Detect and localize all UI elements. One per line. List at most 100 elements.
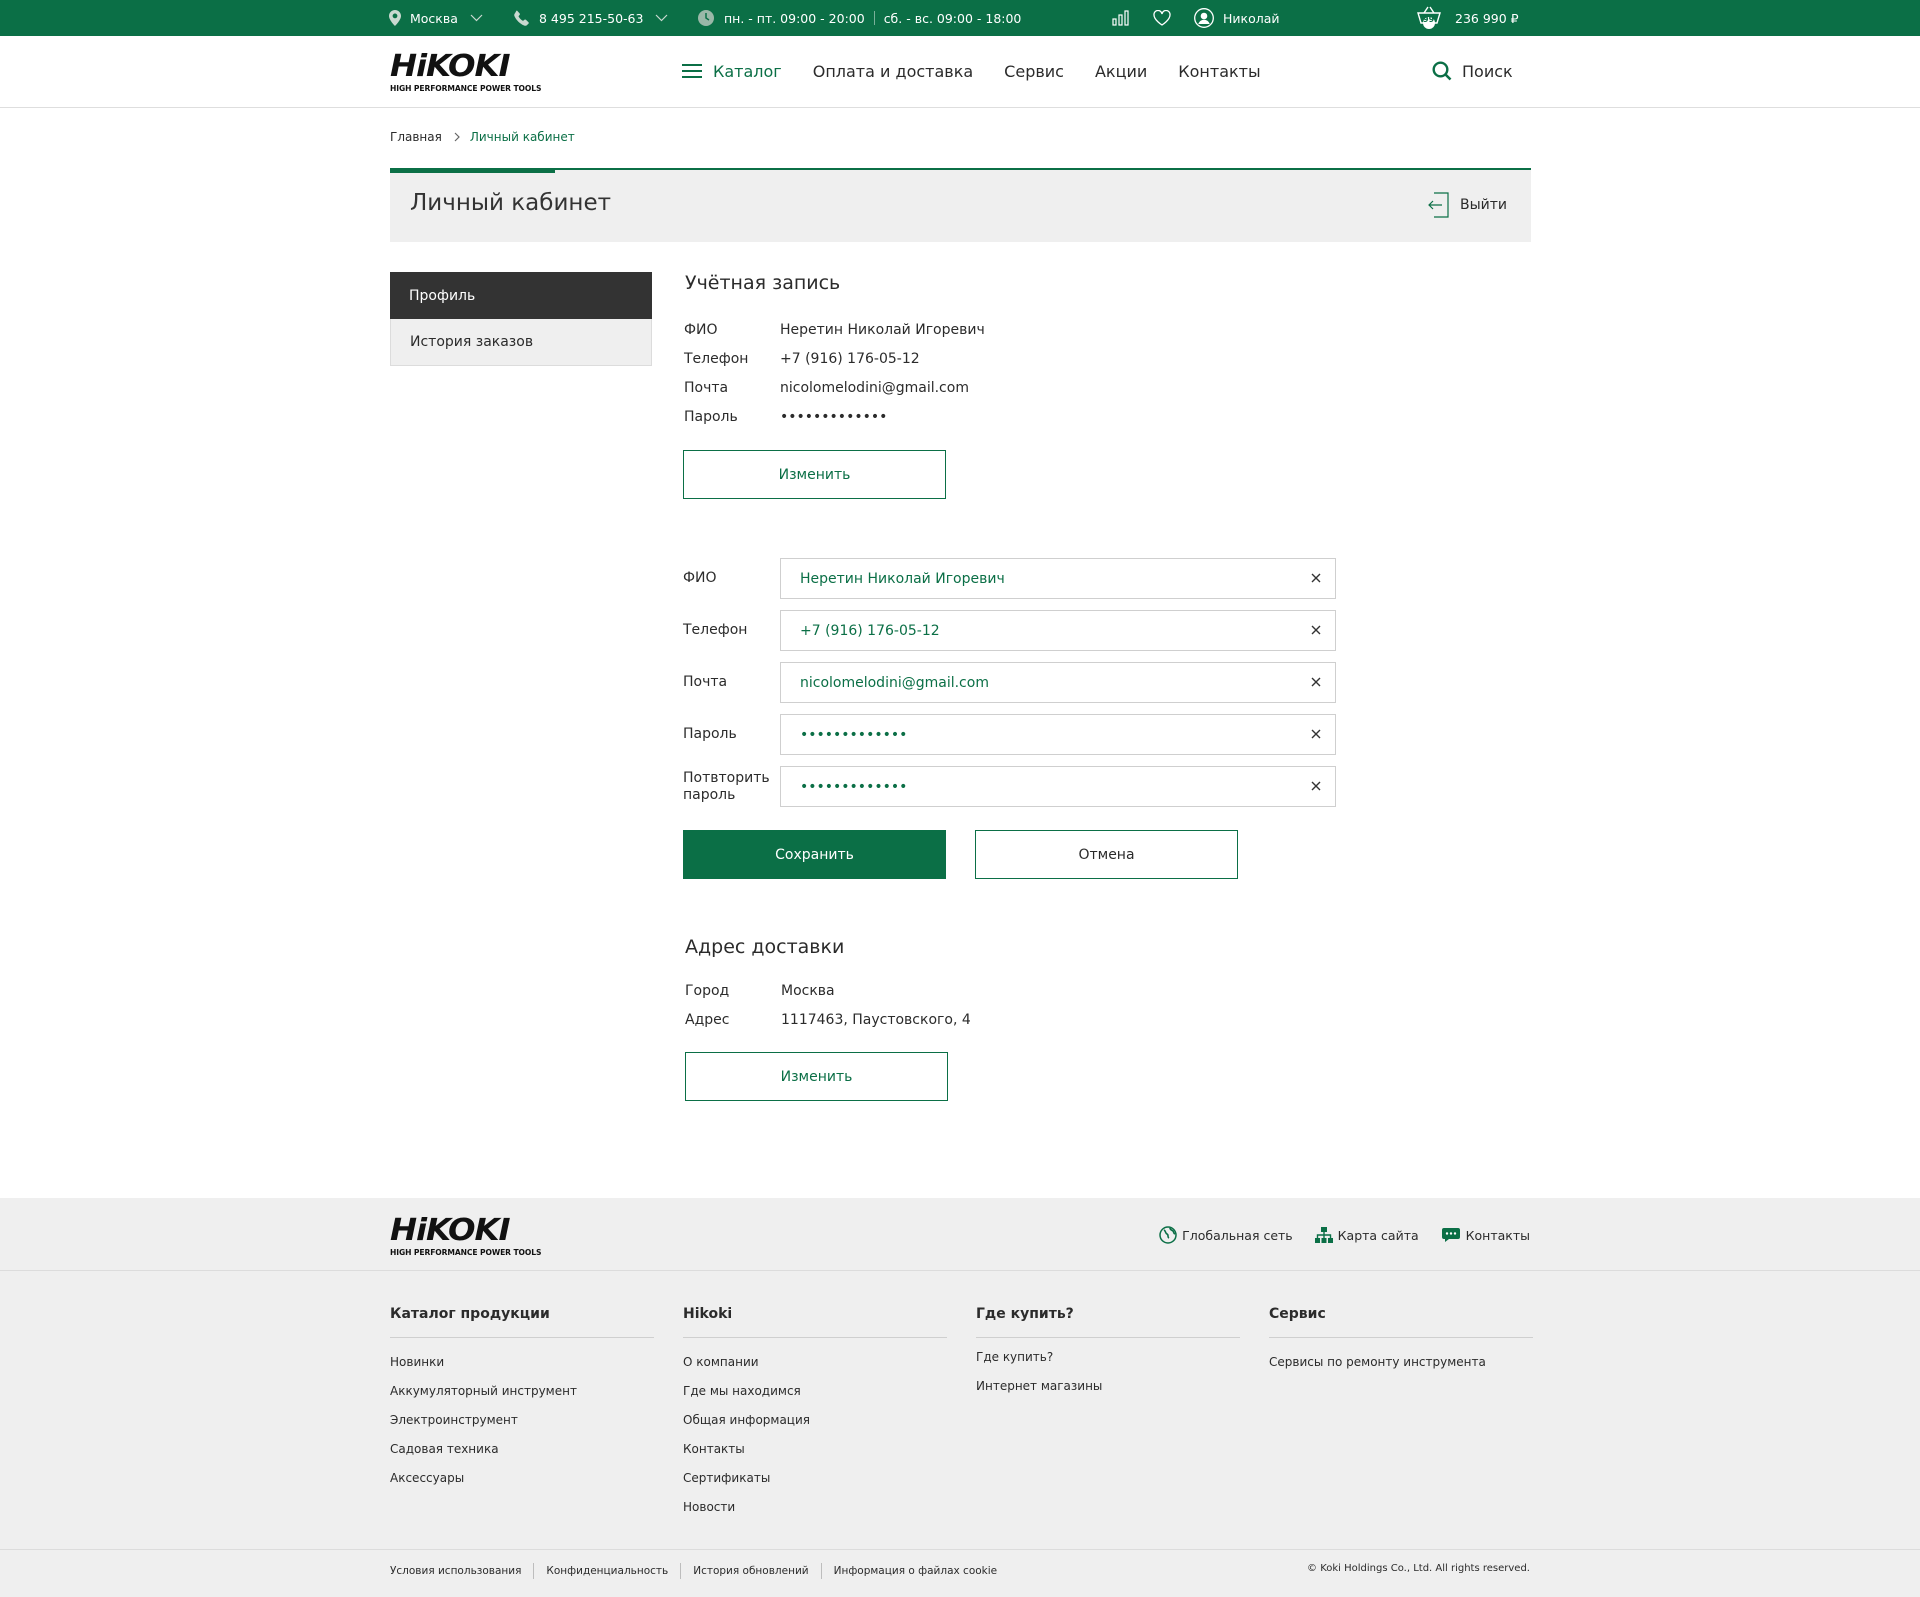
footer-link[interactable]: Где купить? [976,1342,1240,1371]
divider [0,1270,1920,1271]
account-row: Почта nicolomelodini@gmail.com [684,373,985,402]
footer-column-where-to-buy: Где купить? Где купить? Интернет магазин… [976,1306,1240,1400]
footer-link-label: Карта сайта [1337,1227,1419,1243]
footer-column-title: Где купить? [976,1306,1240,1338]
edit-account-button[interactable]: Изменить [683,450,946,499]
footer-link[interactable]: Новости [683,1492,947,1521]
breadcrumb-home[interactable]: Главная [390,130,442,144]
sidebar-item-profile[interactable]: Профиль [390,272,652,319]
legal-link-cookies[interactable]: Информация о файлах cookie [834,1565,998,1577]
footer-link[interactable]: Где мы находимся [683,1376,947,1405]
clear-icon[interactable] [1310,572,1322,584]
account-label: ФИО [684,321,718,338]
user-menu[interactable]: Николай [1194,0,1280,36]
legal-link-privacy[interactable]: Конфиденциальность [546,1565,668,1577]
legal-link-terms[interactable]: Условия использования [390,1565,521,1577]
sidebar-item-order-history[interactable]: История заказов [390,319,652,366]
compare-button[interactable] [1112,0,1130,36]
phone-number: 8 495 215-50-63 [539,10,644,26]
account-label: Телефон [684,350,749,367]
clear-icon[interactable] [1310,624,1322,636]
email-field-value: nicolomelodini@gmail.com [800,674,989,691]
chevron-right-icon [454,132,460,142]
hours-weekend: сб. - вс. 09:00 - 18:00 [883,10,1022,26]
name-field-value: Неретин Николай Игоревич [800,570,1005,587]
footer-column-hikoki: Hikoki О компании Где мы находимся Общая… [683,1306,947,1521]
save-button[interactable]: Сохранить [683,830,946,879]
top-bar: Москва 8 495 215-50-63 пн. - пт. 09:00 -… [0,0,1920,36]
footer-link[interactable]: Контакты [683,1434,947,1463]
clock-icon [697,9,715,27]
delivery-value: 1117463, Паустовского, 4 [781,1011,971,1028]
password-field[interactable]: ••••••••••••• [780,714,1336,755]
globe-icon [1159,1226,1182,1244]
footer-link[interactable]: Интернет магазины [976,1371,1240,1400]
footer-logo[interactable]: HiKOKI HIGH PERFORMANCE POWER TOOLS [390,1216,541,1258]
profile-sidebar: Профиль История заказов [390,272,652,366]
nav-promotions[interactable]: Акции [1095,62,1147,81]
repeat-password-field[interactable]: ••••••••••••• [780,766,1336,807]
cart-button[interactable]: 99 236 990 ₽ [1415,0,1519,36]
clear-icon[interactable] [1310,780,1322,792]
repeat-password-field-label: Потвторить пароль [683,769,770,803]
cancel-button[interactable]: Отмена [975,830,1238,879]
nav-catalog-label: Каталог [713,61,782,81]
search-button[interactable]: Поиск [1432,36,1513,106]
footer-link[interactable]: Сервисы по ремонту инструмента [1269,1347,1533,1376]
footer-link[interactable]: Аккумуляторный инструмент [390,1376,654,1405]
delivery-label: Город [685,982,730,999]
footer-link[interactable]: Общая информация [683,1405,947,1434]
password-field-value: ••••••••••••• [800,726,908,743]
footer-link-contacts[interactable]: Контакты [1441,1226,1530,1244]
page-title-bar: Личный кабинет Выйти [390,168,1531,242]
email-field-label: Почта [683,674,728,690]
name-field[interactable]: Неретин Николай Игоревич [780,558,1336,599]
account-label: Почта [684,379,729,396]
clear-icon[interactable] [1310,728,1322,740]
footer-column-title: Сервис [1269,1306,1533,1338]
chevron-down-icon [655,14,668,22]
city-selector[interactable]: Москва [389,0,483,36]
site-footer: HiKOKI HIGH PERFORMANCE POWER TOOLS Глоб… [0,1198,1920,1597]
footer-link[interactable]: Электроинструмент [390,1405,654,1434]
cart-count: 99 [1423,15,1435,24]
nav-service[interactable]: Сервис [1004,62,1064,81]
clear-icon[interactable] [1310,676,1322,688]
account-section-title: Учётная запись [685,272,841,294]
email-field[interactable]: nicolomelodini@gmail.com [780,662,1336,703]
logout-label: Выйти [1459,197,1507,213]
nav-catalog[interactable]: Каталог [682,62,782,81]
divider [0,1549,1920,1550]
footer-link[interactable]: Садовая техника [390,1434,654,1463]
logout-icon [1428,192,1460,218]
logout-button[interactable]: Выйти [1428,192,1507,218]
name-field-label: ФИО [683,570,717,586]
footer-link[interactable]: О компании [683,1347,947,1376]
phone-selector[interactable]: 8 495 215-50-63 [514,0,668,36]
legal-link-updates[interactable]: История обновлений [693,1565,808,1577]
city-label: Москва [410,10,458,26]
divider [873,11,875,25]
footer-link-global[interactable]: Глобальная сеть [1159,1226,1293,1244]
location-pin-icon [389,10,401,26]
chat-icon [1441,1227,1466,1243]
breadcrumb: Главная Личный кабинет [390,130,575,144]
delivery-row: Город Москва [685,976,971,1005]
footer-link[interactable]: Аксессуары [390,1463,654,1492]
hours-weekday: пн. - пт. 09:00 - 20:00 [724,10,865,26]
delivery-row: Адрес 1117463, Паустовского, 4 [685,1005,971,1034]
footer-link[interactable]: Сертификаты [683,1463,947,1492]
nav-contacts[interactable]: Контакты [1178,62,1260,81]
favorites-button[interactable] [1153,0,1171,36]
edit-address-button[interactable]: Изменить [685,1052,948,1101]
search-label: Поиск [1462,61,1513,81]
phone-field[interactable]: +7 (916) 176-05-12 [780,610,1336,651]
main-nav: Каталог Оплата и доставка Сервис Акции К… [682,36,1292,106]
logo[interactable]: HiKOKI HIGH PERFORMANCE POWER TOOLS [390,52,541,94]
footer-link-sitemap[interactable]: Карта сайта [1314,1226,1419,1244]
breadcrumb-current: Личный кабинет [469,130,575,144]
footer-link[interactable]: Новинки [390,1347,654,1376]
footer-column-service: Сервис Сервисы по ремонту инструмента [1269,1306,1533,1376]
account-value: Неретин Николай Игоревич [780,321,985,338]
nav-payment-delivery[interactable]: Оплата и доставка [813,62,973,81]
